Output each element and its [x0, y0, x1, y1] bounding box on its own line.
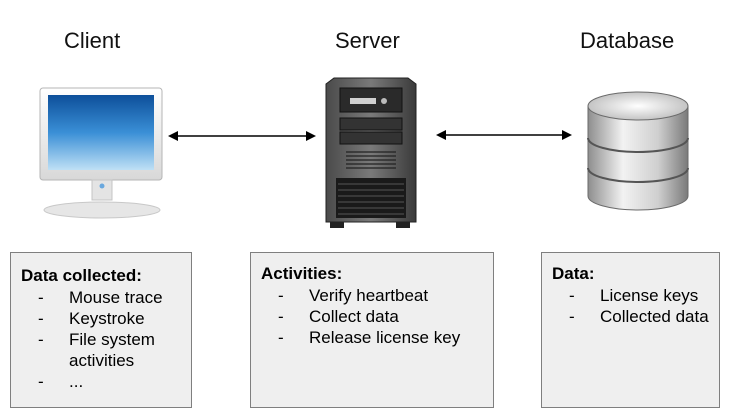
list-item: Release license key [261, 327, 483, 348]
list-item: Collect data [261, 306, 483, 327]
server-box-heading: Activities: [261, 264, 343, 283]
client-data-box: Data collected: Mouse trace Keystroke Fi… [10, 252, 192, 408]
list-item: ... [21, 371, 181, 392]
list-item: License keys [552, 285, 709, 306]
list-item: Collected data [552, 306, 709, 327]
database-item-list: License keys Collected data [552, 285, 709, 327]
server-database-arrow [436, 130, 572, 140]
list-item: File system activities [21, 329, 181, 371]
monitor-icon [39, 87, 163, 219]
client-title: Client [64, 28, 121, 53]
list-item: Keystroke [21, 308, 181, 329]
list-item: Mouse trace [21, 287, 181, 308]
server-activities-box: Activities: Verify heartbeat Collect dat… [250, 252, 494, 408]
database-box-heading: Data: [552, 264, 595, 283]
client-item-list: Mouse trace Keystroke File system activi… [21, 287, 181, 392]
client-server-arrow [168, 131, 316, 141]
database-data-box: Data: License keys Collected data [541, 252, 720, 408]
list-item: Verify heartbeat [261, 285, 483, 306]
client-box-heading: Data collected: [21, 266, 142, 285]
server-tower-icon [325, 77, 417, 228]
server-item-list: Verify heartbeat Collect data Release li… [261, 285, 483, 348]
database-title: Database [580, 28, 675, 53]
database-icon [587, 91, 689, 211]
server-title: Server [335, 28, 400, 53]
